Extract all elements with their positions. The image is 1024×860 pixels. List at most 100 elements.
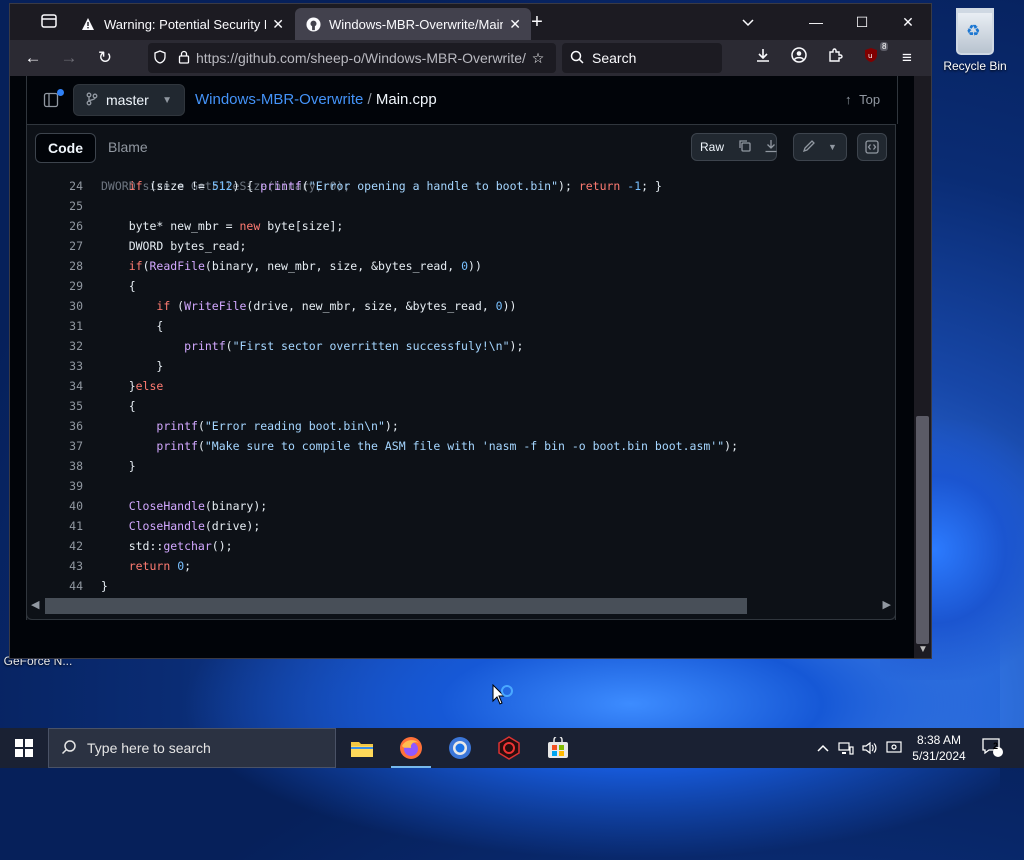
taskbar-file-explorer[interactable] [338,728,386,768]
code-line: 29 { [27,276,895,296]
url-bar[interactable]: https://github.com/sheep-o/Windows-MBR-O… [148,43,556,73]
line-number[interactable]: 25 [27,196,83,216]
line-number[interactable]: 33 [27,356,83,376]
firefox-view-button[interactable] [40,13,58,29]
back-button[interactable]: ← [20,46,46,70]
search-bar-placeholder: Search [592,50,637,66]
symbols-panel-button[interactable] [857,133,887,161]
horizontal-scrollbar[interactable]: ◀ ▶ [26,592,896,620]
repo-link[interactable]: Windows-MBR-Overwrite [195,91,363,108]
line-number[interactable]: 31 [27,316,83,336]
reload-button[interactable]: ↻ [92,46,118,70]
new-tab-button[interactable]: + [526,10,548,34]
top-button[interactable]: ↑ Top [845,92,880,107]
display-settings-icon[interactable] [884,728,904,768]
scroll-left-arrow-icon[interactable]: ◀ [31,598,39,611]
line-number[interactable]: 39 [27,476,83,496]
lock-icon[interactable] [172,50,196,67]
close-window-button[interactable]: ✕ [890,10,926,34]
volume-icon[interactable] [860,728,880,768]
show-hidden-icons-button[interactable] [814,728,832,768]
svg-text:u: u [868,52,872,60]
downloads-button[interactable] [750,46,776,70]
code-text: DWORD bytes_read; [101,239,247,253]
code-line: 37 printf("Make sure to compile the ASM … [27,436,895,456]
code-text: std::getchar(); [101,539,233,553]
line-number[interactable]: 37 [27,436,83,456]
code-text: { [101,319,164,333]
account-icon [791,47,807,63]
line-number[interactable]: 40 [27,496,83,516]
pencil-icon[interactable] [794,139,824,156]
tracking-protection-shield-icon[interactable] [148,49,172,67]
taskbar-search-box[interactable]: Type here to search [48,728,336,768]
code-line: 39 [27,476,895,496]
line-number[interactable]: 41 [27,516,83,536]
close-tab-icon[interactable]: ✕ [272,16,284,33]
taskbar-store[interactable] [534,728,582,768]
vertical-scroll-thumb[interactable] [916,416,929,644]
list-all-tabs-button[interactable] [730,10,766,34]
code-line: 32 printf("First sector overritten succe… [27,336,895,356]
code-text: printf("Make sure to compile the ASM fil… [156,439,739,453]
tab-github-main-cpp[interactable]: Windows-MBR-Overwrite/Main.cpp ✕ [295,8,531,40]
notifications-button[interactable]: 2 [980,728,1006,768]
download-raw-icon[interactable] [758,139,784,156]
taskbar-search-placeholder: Type here to search [87,740,211,756]
code-line: 34 }else [27,376,895,396]
system-clock[interactable]: 8:38 AM 5/31/2024 [908,732,970,764]
raw-button[interactable]: Raw [692,140,732,154]
file-name: Main.cpp [375,91,437,108]
line-number[interactable]: 27 [27,236,83,256]
branch-name: master [106,92,149,108]
recycle-bin-desktop-icon[interactable]: ♻ Recycle Bin [942,8,1008,73]
scroll-right-arrow-icon[interactable]: ▶ [883,598,891,611]
line-number[interactable]: 24 [27,176,83,196]
breadcrumb-separator: / [367,91,372,108]
start-button[interactable] [0,728,48,768]
extensions-button[interactable] [822,46,848,70]
network-icon[interactable] [836,728,856,768]
forward-button[interactable]: → [56,46,82,70]
line-number[interactable]: 34 [27,376,83,396]
maximize-button[interactable]: ☐ [844,10,880,34]
caret-down-icon[interactable]: ▼ [824,142,841,152]
horizontal-scroll-thumb[interactable] [45,598,747,614]
line-number[interactable]: 43 [27,556,83,576]
taskbar-chrome[interactable] [436,728,484,768]
recycle-bin-label: Recycle Bin [943,59,1007,73]
account-button[interactable] [786,46,812,70]
tab-security-warning[interactable]: Warning: Potential Security Risk ✕ [70,8,294,40]
code-text: return 0; [128,559,192,573]
tab-code[interactable]: Code [35,133,96,163]
search-bar[interactable]: Search [562,43,722,73]
code-line: 40 CloseHandle(binary); [27,496,895,516]
scroll-down-arrow-icon[interactable]: ▼ [917,644,929,656]
line-number[interactable]: 42 [27,536,83,556]
tab-title: Warning: Potential Security Risk [104,16,266,32]
bookmark-star-icon[interactable]: ☆ [526,50,550,67]
close-tab-icon[interactable]: ✕ [509,16,521,33]
line-number[interactable]: 28 [27,256,83,276]
line-number[interactable]: 35 [27,396,83,416]
taskbar-firefox[interactable] [387,728,435,768]
minimize-button[interactable]: — [798,10,834,34]
branch-selector-button[interactable]: master ▼ [73,84,185,116]
line-number[interactable]: 30 [27,296,83,316]
line-number[interactable]: 29 [27,276,83,296]
code-line: 31 { [27,316,895,336]
line-number[interactable]: 26 [27,216,83,236]
url-text[interactable]: https://github.com/sheep-o/Windows-MBR-O… [196,50,526,66]
line-number[interactable]: 38 [27,456,83,476]
firefox-window: Warning: Potential Security Risk ✕ Windo… [10,4,931,658]
taskbar: Type here to search 8:38 AM 5/31/2024 2 [0,728,1024,768]
line-number[interactable]: 36 [27,416,83,436]
copy-icon[interactable] [732,139,758,156]
app-menu-button[interactable]: ≡ [894,46,920,70]
taskbar-security-app[interactable] [485,728,533,768]
github-icon [305,16,321,32]
code-text: CloseHandle(drive); [128,519,261,533]
line-number[interactable]: 32 [27,336,83,356]
code-line: 30 if (WriteFile(drive, new_mbr, size, &… [27,296,895,316]
tab-blame[interactable]: Blame [96,133,160,161]
